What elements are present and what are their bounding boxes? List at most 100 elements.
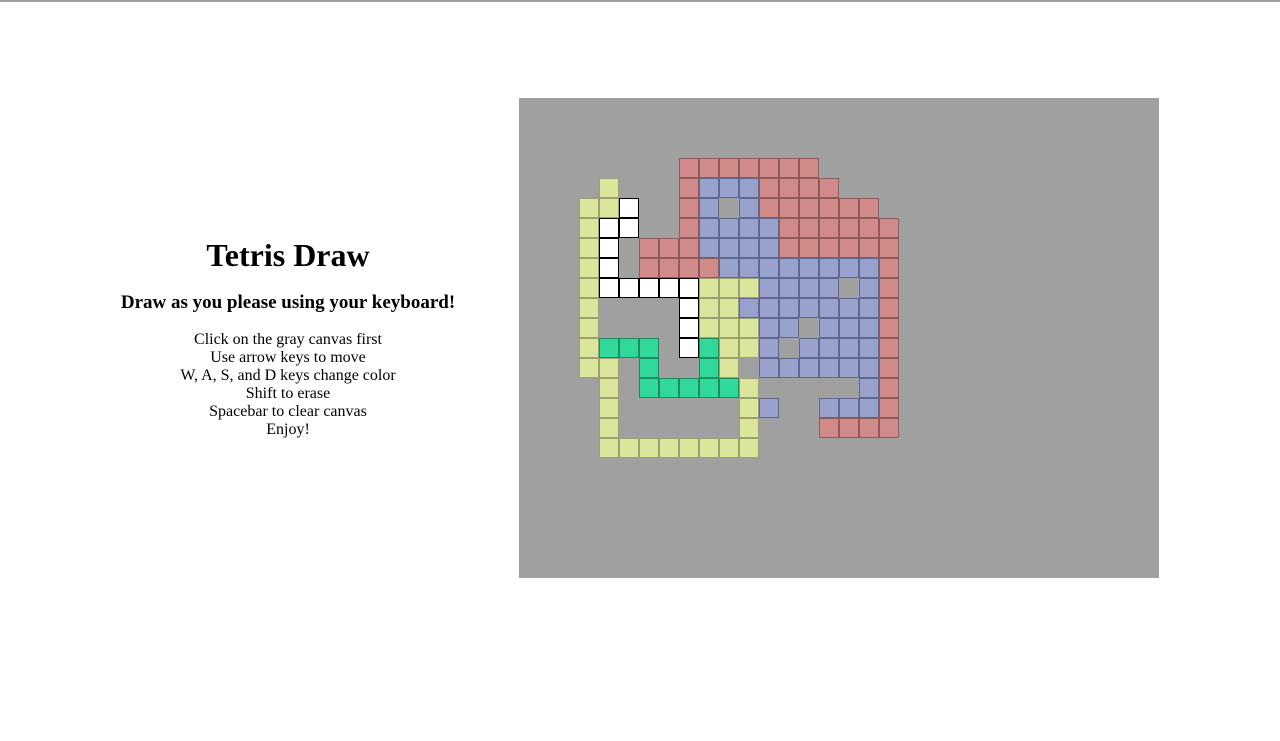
grid-cell (739, 198, 759, 218)
grid-cell (779, 258, 799, 278)
grid-cell (639, 358, 659, 378)
grid-cell (639, 338, 659, 358)
grid-cell (799, 178, 819, 198)
grid-cell (679, 198, 699, 218)
grid-cell (579, 298, 599, 318)
grid-cell (679, 218, 699, 238)
grid-cell (799, 158, 819, 178)
grid-cell (759, 178, 779, 198)
grid-cell (779, 198, 799, 218)
grid-cell (619, 278, 639, 298)
grid-cell (719, 258, 739, 278)
grid-cell (579, 338, 599, 358)
drawing-canvas[interactable] (519, 98, 1159, 578)
grid-cell (699, 178, 719, 198)
grid-cell (839, 338, 859, 358)
grid-cell (599, 378, 619, 398)
grid-cell (839, 318, 859, 338)
grid-cell (839, 238, 859, 258)
grid-cell (759, 298, 779, 318)
grid-cell (739, 378, 759, 398)
grid-cell (759, 338, 779, 358)
grid-cell (699, 278, 719, 298)
grid-cell (719, 438, 739, 458)
grid-cell (599, 338, 619, 358)
grid-cell (879, 318, 899, 338)
grid-cell (639, 258, 659, 278)
grid-cell (759, 398, 779, 418)
grid-cell (779, 158, 799, 178)
grid-cell (819, 298, 839, 318)
grid-cell (759, 158, 779, 178)
grid-cell (859, 198, 879, 218)
grid-cell (659, 238, 679, 258)
grid-cell (879, 258, 899, 278)
grid-cell (699, 378, 719, 398)
grid-cell (779, 318, 799, 338)
grid-cell (659, 278, 679, 298)
grid-cell (659, 438, 679, 458)
grid-cell (739, 338, 759, 358)
grid-cell (619, 218, 639, 238)
instruction-line: Use arrow keys to move (210, 349, 366, 366)
grid-cell (679, 298, 699, 318)
grid-cell (879, 238, 899, 258)
grid-cell (739, 278, 759, 298)
grid-cell (679, 178, 699, 198)
grid-cell (879, 418, 899, 438)
grid-cell (859, 238, 879, 258)
grid-cell (739, 218, 759, 238)
grid-cell (819, 278, 839, 298)
grid-cell (679, 238, 699, 258)
instruction-line: Spacebar to clear canvas (209, 403, 367, 420)
grid-cell (779, 178, 799, 198)
grid-cell (799, 218, 819, 238)
grid-cell (719, 178, 739, 198)
instructions-panel: Tetris Draw Draw as you please using you… (88, 234, 488, 439)
grid-cell (619, 198, 639, 218)
grid-cell (739, 438, 759, 458)
grid-cell (819, 178, 839, 198)
grid-cell (599, 418, 619, 438)
grid-cell (879, 378, 899, 398)
grid-cell (879, 338, 899, 358)
grid-cell (639, 378, 659, 398)
grid-cell (719, 238, 739, 258)
grid-cell (599, 238, 619, 258)
grid-cell (839, 258, 859, 278)
instructions-list: Click on the gray canvas first Use arrow… (88, 331, 488, 439)
grid-cell (839, 358, 859, 378)
grid-cell (639, 238, 659, 258)
grid-cell (679, 158, 699, 178)
grid-cell (819, 318, 839, 338)
grid-cell (579, 318, 599, 338)
page-title: Tetris Draw (206, 237, 370, 273)
grid-cell (839, 198, 859, 218)
grid-cell (859, 398, 879, 418)
instruction-line: Shift to erase (245, 385, 331, 402)
grid-cell (799, 258, 819, 278)
grid-cell (659, 258, 679, 278)
grid-cell (859, 298, 879, 318)
grid-cell (579, 358, 599, 378)
grid-cell (639, 438, 659, 458)
grid-cell (799, 278, 819, 298)
grid-cell (759, 218, 779, 238)
instruction-line: W, A, S, and D keys change color (180, 367, 396, 384)
grid-cell (759, 198, 779, 218)
grid-cell (599, 258, 619, 278)
grid-cell (719, 378, 739, 398)
grid-cell (859, 358, 879, 378)
grid-cell (739, 238, 759, 258)
grid-cell (699, 318, 719, 338)
grid-cell (759, 358, 779, 378)
grid-cell (699, 258, 719, 278)
top-border-line (0, 0, 1280, 2)
grid-cell (599, 438, 619, 458)
grid-cell (679, 378, 699, 398)
grid-cell (719, 218, 739, 238)
grid-cell (859, 378, 879, 398)
grid-cell (739, 158, 759, 178)
grid-cell (779, 238, 799, 258)
grid-cell (879, 398, 899, 418)
